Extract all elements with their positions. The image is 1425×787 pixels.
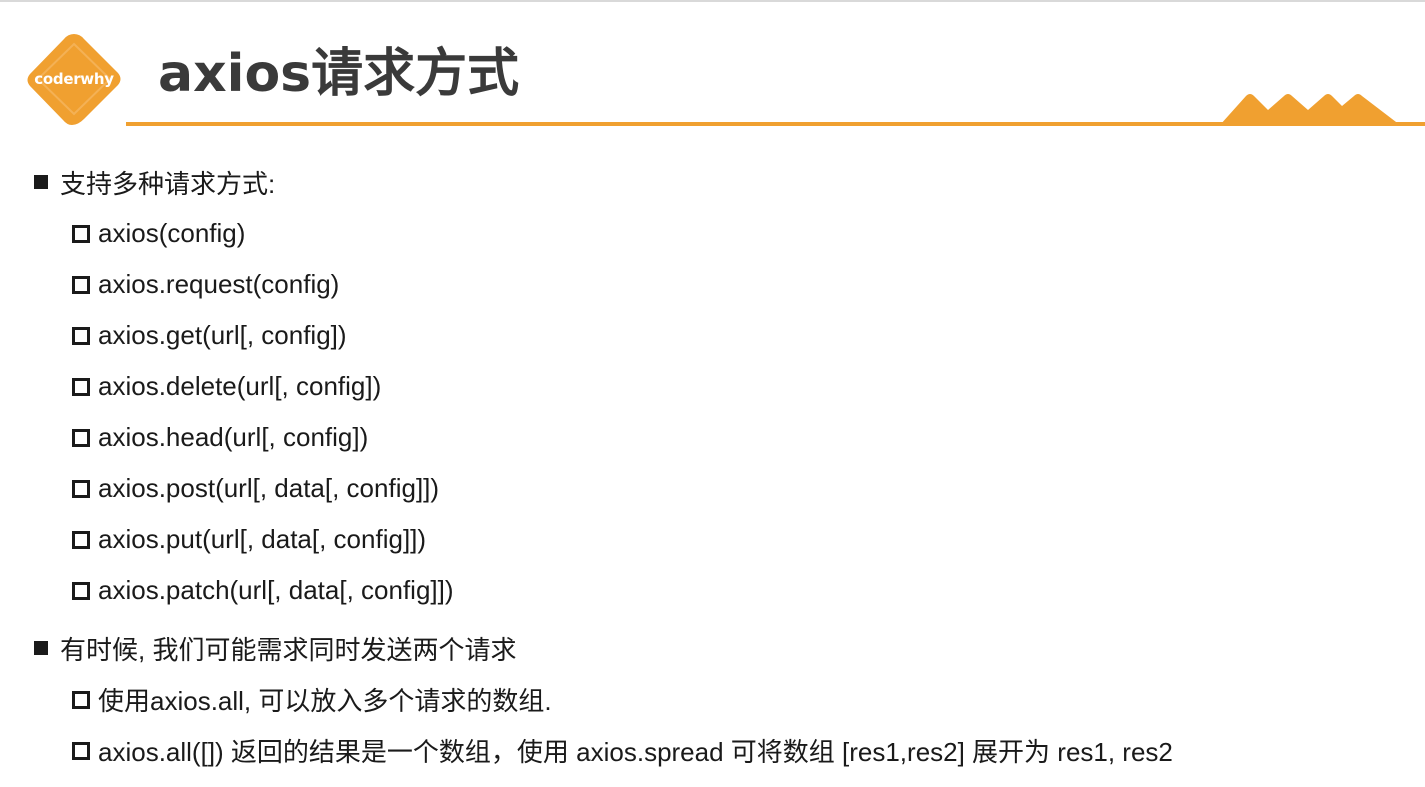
list-item-text: axios(config) <box>98 218 246 248</box>
hollow-square-bullet-icon <box>72 530 90 549</box>
hollow-square-bullet-icon <box>72 224 90 243</box>
list-item-text: 使用axios.all, 可以放入多个请求的数组. <box>98 686 552 716</box>
top-border <box>0 0 1425 2</box>
list-item: axios.patch(url[, data[, config]]) <box>34 565 1404 616</box>
coderwhy-logo: coderwhy <box>22 30 126 128</box>
slide-content: 支持多种请求方式: axios(config) axios.request(co… <box>34 156 1404 776</box>
list-item-text: axios.delete(url[, config]) <box>98 371 382 401</box>
list-item: axios.delete(url[, config]) <box>34 361 1404 412</box>
logo-text: coderwhy <box>34 70 114 88</box>
list-item: axios.request(config) <box>34 259 1404 310</box>
list-item-text: axios.put(url[, data[, config]]) <box>98 524 427 554</box>
hollow-square-bullet-icon <box>72 581 90 600</box>
list-item-text: axios.head(url[, config]) <box>98 422 369 452</box>
hollow-square-bullet-icon <box>72 326 90 345</box>
list-item: 使用axios.all, 可以放入多个请求的数组. <box>34 674 1404 725</box>
hollow-square-bullet-icon <box>72 428 90 447</box>
header-underline <box>126 122 1425 126</box>
hollow-square-bullet-icon <box>72 377 90 396</box>
list-item-text: axios.post(url[, data[, config]]) <box>98 473 440 503</box>
list-item: axios.get(url[, config]) <box>34 310 1404 361</box>
list-item-text: axios.patch(url[, data[, config]]) <box>98 575 454 605</box>
hollow-square-bullet-icon <box>72 275 90 294</box>
square-bullet-icon <box>34 641 48 655</box>
section-heading-text: 支持多种请求方式: <box>60 168 276 199</box>
list-item-text: axios.get(url[, config]) <box>98 320 347 350</box>
list-item: axios.post(url[, data[, config]]) <box>34 463 1404 514</box>
list-item-text: axios.request(config) <box>98 269 340 299</box>
list-item: axios.head(url[, config]) <box>34 412 1404 463</box>
hollow-square-bullet-icon <box>72 741 90 760</box>
hollow-square-bullet-icon <box>72 479 90 498</box>
page-title: axios请求方式 <box>158 44 520 104</box>
square-bullet-icon <box>34 175 48 189</box>
list-item: axios.put(url[, data[, config]]) <box>34 514 1404 565</box>
section-heading: 支持多种请求方式: <box>34 156 1404 208</box>
section-heading: 有时候, 我们可能需求同时发送两个请求 <box>34 622 1404 674</box>
section-heading-text: 有时候, 我们可能需求同时发送两个请求 <box>60 634 517 665</box>
list-item: axios(config) <box>34 208 1404 259</box>
list-item: axios.all([]) 返回的结果是一个数组，使用 axios.spread… <box>34 725 1404 776</box>
hollow-square-bullet-icon <box>72 690 90 709</box>
list-item-text: axios.all([]) 返回的结果是一个数组，使用 axios.spread… <box>98 737 1173 767</box>
mountains-decoration-icon <box>1220 94 1400 125</box>
